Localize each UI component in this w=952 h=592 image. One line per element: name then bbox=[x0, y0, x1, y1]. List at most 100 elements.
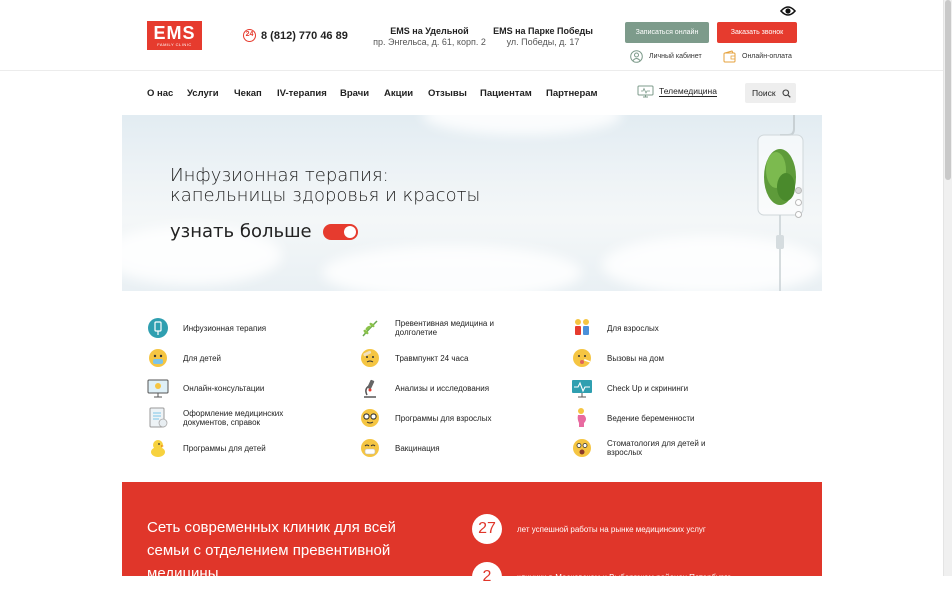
service-label: Программы для детей bbox=[183, 443, 266, 453]
telemedicine-label: Телемедицина bbox=[659, 86, 717, 97]
stat-text: лет успешной работы на рынке медицинских… bbox=[517, 524, 706, 534]
page-scrollbar[interactable] bbox=[943, 0, 952, 576]
logo-main: EMS bbox=[153, 23, 196, 43]
hero-title: Инфузионная терапия: капельницы здоровья… bbox=[170, 166, 480, 206]
hero-title-line1: Инфузионная терапия: bbox=[170, 165, 389, 186]
search-button[interactable]: Поиск bbox=[745, 83, 796, 103]
child-face-icon bbox=[147, 347, 169, 369]
slider-dots bbox=[795, 187, 802, 223]
learn-more-toggle-icon[interactable] bbox=[322, 223, 358, 240]
user-icon bbox=[630, 50, 643, 63]
injured-face-icon bbox=[359, 347, 381, 369]
surprised-face-icon bbox=[571, 437, 593, 459]
clinic-address: ул. Победы, д. 17 bbox=[506, 37, 580, 47]
about-section: Сеть современных клиник для всей семьи с… bbox=[122, 482, 822, 592]
phone-link[interactable]: 24 8 (812) 770 46 89 bbox=[243, 29, 348, 42]
learn-more-label: узнать больше bbox=[170, 221, 312, 242]
service-item[interactable]: Check Up и скрининги bbox=[571, 377, 727, 399]
phone-number: 8 (812) 770 46 89 bbox=[261, 29, 348, 42]
service-label: Вызовы на дом bbox=[607, 353, 665, 363]
service-item[interactable]: Инфузионная терапия bbox=[147, 317, 303, 339]
nav-item-patients[interactable]: Пациентам bbox=[480, 88, 532, 99]
service-label: Вакцинация bbox=[395, 443, 440, 453]
chick-icon bbox=[147, 437, 169, 459]
microscope-icon bbox=[359, 377, 381, 399]
stat-number: 2 bbox=[472, 562, 502, 592]
service-label: Для детей bbox=[183, 353, 221, 363]
service-item[interactable]: Для детей bbox=[147, 347, 303, 369]
service-label: Ведение беременности bbox=[607, 413, 695, 423]
service-label: Инфузионная терапия bbox=[183, 323, 267, 333]
clinic-park-pobedy[interactable]: EMS на Парке Победы ул. Победы, д. 17 bbox=[490, 26, 596, 48]
service-label: Онлайн-консультации bbox=[183, 383, 265, 393]
nav-item-about[interactable]: О нас bbox=[147, 88, 173, 99]
nav-item-reviews[interactable]: Отзывы bbox=[428, 88, 467, 99]
service-label: Превентивная медицина и долголетие bbox=[395, 319, 494, 337]
nav-item-promotions[interactable]: Акции bbox=[384, 88, 413, 99]
about-title: Сеть современных клиник для всей семьи с… bbox=[147, 519, 396, 582]
accessibility-eye-icon[interactable] bbox=[780, 5, 796, 17]
services-grid: Инфузионная терапия Для детей Онлайн-кон… bbox=[0, 291, 943, 482]
service-item[interactable]: Онлайн-консультации bbox=[147, 377, 303, 399]
stat-text: клиники в Московском и Выборгском района… bbox=[517, 572, 732, 582]
learn-more-cta[interactable]: узнать больше bbox=[170, 221, 358, 242]
vaccine-face-icon bbox=[359, 437, 381, 459]
nerd-face-icon bbox=[359, 407, 381, 429]
service-label: Анализы и исследования bbox=[395, 383, 490, 393]
service-item[interactable]: Вызовы на дом bbox=[571, 347, 727, 369]
order-call-button[interactable]: Заказать звонок bbox=[717, 22, 797, 43]
document-icon bbox=[147, 407, 169, 429]
service-item[interactable]: Анализы и исследования bbox=[359, 377, 515, 399]
service-label: Check Up и скрининги bbox=[607, 383, 689, 393]
sick-face-icon bbox=[571, 347, 593, 369]
wallet-icon bbox=[723, 50, 736, 63]
service-item[interactable]: Травмпункт 24 часа bbox=[359, 347, 515, 369]
clinic-udelnaya[interactable]: EMS на Удельной пр. Энгельса, д. 61, кор… bbox=[372, 26, 487, 48]
nav-item-checkup[interactable]: Чекап bbox=[234, 88, 262, 99]
iv-bag-illustration bbox=[757, 115, 804, 291]
service-item[interactable]: Стоматология для детей и взрослых bbox=[571, 437, 727, 459]
service-label: Программы для взрослых bbox=[395, 413, 492, 423]
book-online-button[interactable]: Записаться онлайн bbox=[625, 22, 709, 43]
checkup-monitor-icon bbox=[571, 377, 593, 399]
service-label: Для взрослых bbox=[607, 323, 659, 333]
clinic-address: пр. Энгельса, д. 61, корп. 2 bbox=[373, 37, 486, 47]
hero-banner[interactable]: Инфузионная терапия: капельницы здоровья… bbox=[122, 115, 822, 291]
adults-icon bbox=[571, 317, 593, 339]
online-payment-link[interactable]: Онлайн-оплата bbox=[723, 50, 792, 63]
service-item[interactable]: Вакцинация bbox=[359, 437, 515, 459]
clinic-name: EMS на Парке Победы bbox=[493, 26, 593, 36]
nav-item-partners[interactable]: Партнерам bbox=[546, 88, 598, 99]
hero-title-line2: капельницы здоровья и красоты bbox=[170, 185, 481, 206]
nav-item-doctors[interactable]: Врачи bbox=[340, 88, 369, 99]
nav-item-services[interactable]: Услуги bbox=[187, 88, 219, 99]
service-item[interactable]: Превентивная медицина и долголетие bbox=[359, 317, 515, 339]
iv-drip-icon bbox=[147, 317, 169, 339]
service-item[interactable]: Программы для взрослых bbox=[359, 407, 515, 429]
ems-logo[interactable]: EMS FAMILY CLINIC bbox=[147, 21, 202, 50]
pregnant-woman-icon bbox=[571, 407, 593, 429]
service-item[interactable]: Оформление медицинских документов, справ… bbox=[147, 407, 303, 429]
online-payment-label: Онлайн-оплата bbox=[742, 53, 792, 60]
personal-account-link[interactable]: Личный кабинет bbox=[630, 50, 702, 63]
slider-dot-3[interactable] bbox=[795, 211, 802, 218]
clinic-name: EMS на Удельной bbox=[390, 26, 469, 36]
nav-item-iv-therapy[interactable]: IV-терапия bbox=[277, 88, 327, 99]
personal-account-label: Личный кабинет bbox=[649, 53, 702, 60]
telemedicine-link[interactable]: Телемедицина bbox=[637, 85, 717, 98]
search-label: Поиск bbox=[752, 88, 776, 98]
service-label: Оформление медицинских документов, справ… bbox=[183, 409, 284, 427]
stat-number: 27 bbox=[472, 514, 502, 544]
cloud-decoration bbox=[422, 115, 622, 135]
slider-dot-2[interactable] bbox=[795, 199, 802, 206]
scrollbar-thumb[interactable] bbox=[945, 0, 951, 180]
phone-24-icon: 24 bbox=[243, 29, 256, 42]
search-icon bbox=[782, 88, 791, 98]
service-item[interactable]: Программы для детей bbox=[147, 437, 303, 459]
slider-dot-1[interactable] bbox=[795, 187, 802, 194]
service-item[interactable]: Ведение беременности bbox=[571, 407, 727, 429]
stat-item: 2 клиники в Московском и Выборгском райо… bbox=[472, 562, 731, 592]
online-consultation-icon bbox=[147, 377, 169, 399]
service-item[interactable]: Для взрослых bbox=[571, 317, 727, 339]
cloud-decoration bbox=[322, 245, 582, 291]
